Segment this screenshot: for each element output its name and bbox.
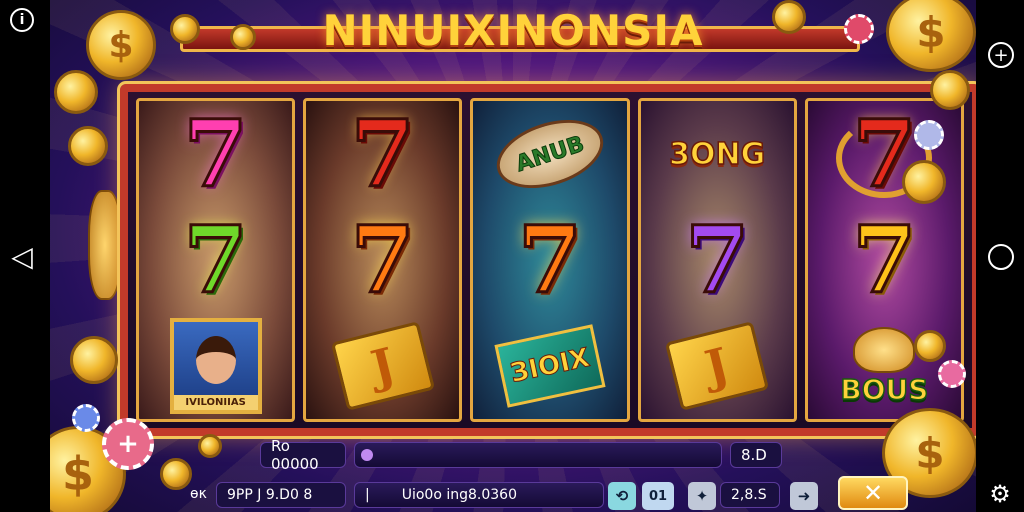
symbol-football: ANUB	[488, 104, 612, 204]
symbol-seven: 7	[349, 206, 416, 314]
home-icon[interactable]	[988, 244, 1014, 270]
coin-icon	[230, 24, 256, 50]
reel-4: 3ONG 7 J	[637, 98, 797, 422]
bet-prefix-label: ѳκ	[190, 486, 207, 502]
symbol-seven: 7	[516, 206, 583, 314]
bottom-hud: Ro 00000 8.D ѳκ 9PP J 9.D0 8 | Uio0o ing…	[50, 437, 976, 512]
coin-icon	[70, 336, 118, 384]
symbol-seven: 7	[349, 100, 416, 208]
lines-button[interactable]: 01	[642, 482, 674, 510]
left-ornament	[88, 190, 122, 300]
coin-icon	[170, 14, 200, 44]
coin-icon	[68, 126, 108, 166]
symbol-portrait: IVILONIIAS	[156, 316, 276, 416]
chip-icon	[914, 120, 944, 150]
progress-bar	[354, 442, 722, 468]
back-icon[interactable]: ◁	[6, 240, 38, 273]
coin-icon: $	[86, 10, 156, 80]
coin-icon	[930, 70, 970, 110]
balance-display: Ro 00000	[260, 437, 346, 473]
plus-icon[interactable]: +	[988, 42, 1014, 68]
symbol-seven: 7	[182, 100, 249, 208]
reel-2: 7 7 J	[303, 98, 463, 422]
info-separator: |	[365, 487, 370, 503]
shell-icon	[853, 326, 916, 373]
reels: 7 7 IVILONIIAS 7 7 J ANUB 7 ЗIOIX 3ONG 7…	[136, 98, 965, 422]
amount-display: 2,8.S	[720, 482, 780, 508]
coin-icon	[772, 0, 806, 34]
win-display: 8.D	[730, 442, 782, 468]
left-system-bar: i ◁	[0, 0, 50, 512]
next-button[interactable]: ➜	[790, 482, 818, 510]
autoplay-button[interactable]: ⟲	[608, 482, 636, 510]
spin-button[interactable]: ✕	[838, 476, 908, 510]
slot-machine-frame: 7 7 IVILONIIAS 7 7 J ANUB 7 ЗIOIX 3ONG 7…	[117, 81, 976, 439]
symbol-cash: ЗIOIX	[490, 316, 610, 416]
game-stage: NINUIXINONSIA 7 7 IVILONIIAS 7 7 J ANUB …	[50, 0, 976, 512]
bet-display[interactable]: 9PP J 9.D0 8	[216, 482, 346, 508]
symbol-seven: 7	[182, 206, 249, 314]
symbol-ticket: J	[323, 316, 443, 416]
chip-icon	[72, 404, 100, 432]
info-icon[interactable]: i	[10, 8, 34, 32]
info-text: Uio0o ing8.0360	[401, 487, 517, 503]
cash-icon: ЗIOIX	[494, 324, 606, 408]
football-icon: ANUB	[488, 107, 612, 201]
symbol-ticket: J	[657, 316, 777, 416]
woman-portrait-icon: IVILONIIAS	[169, 318, 262, 414]
reel-1: 7 7 IVILONIIAS	[136, 98, 296, 422]
coin-icon	[914, 330, 946, 362]
ticket-icon: J	[330, 321, 435, 411]
symbol-seven: 7	[851, 206, 918, 314]
coin-icon	[902, 160, 946, 204]
coin-icon	[54, 70, 98, 114]
symbol-seven: 7	[684, 206, 751, 314]
chip-icon	[938, 360, 966, 388]
ticket-icon: J	[665, 321, 770, 411]
settings-icon[interactable]: ⚙	[986, 480, 1014, 508]
portrait-face	[195, 336, 236, 384]
chip-icon	[844, 14, 874, 44]
portrait-caption: IVILONIIAS	[173, 395, 258, 410]
info-line: | Uio0o ing8.0360	[354, 482, 604, 508]
symbol-song: 3ONG	[668, 136, 766, 173]
reel-3: ANUB 7 ЗIOIX	[470, 98, 630, 422]
bet-increase-button[interactable]: ✦	[688, 482, 716, 510]
progress-dot-icon	[361, 449, 373, 461]
right-system-bar: + ⚙	[976, 0, 1024, 512]
